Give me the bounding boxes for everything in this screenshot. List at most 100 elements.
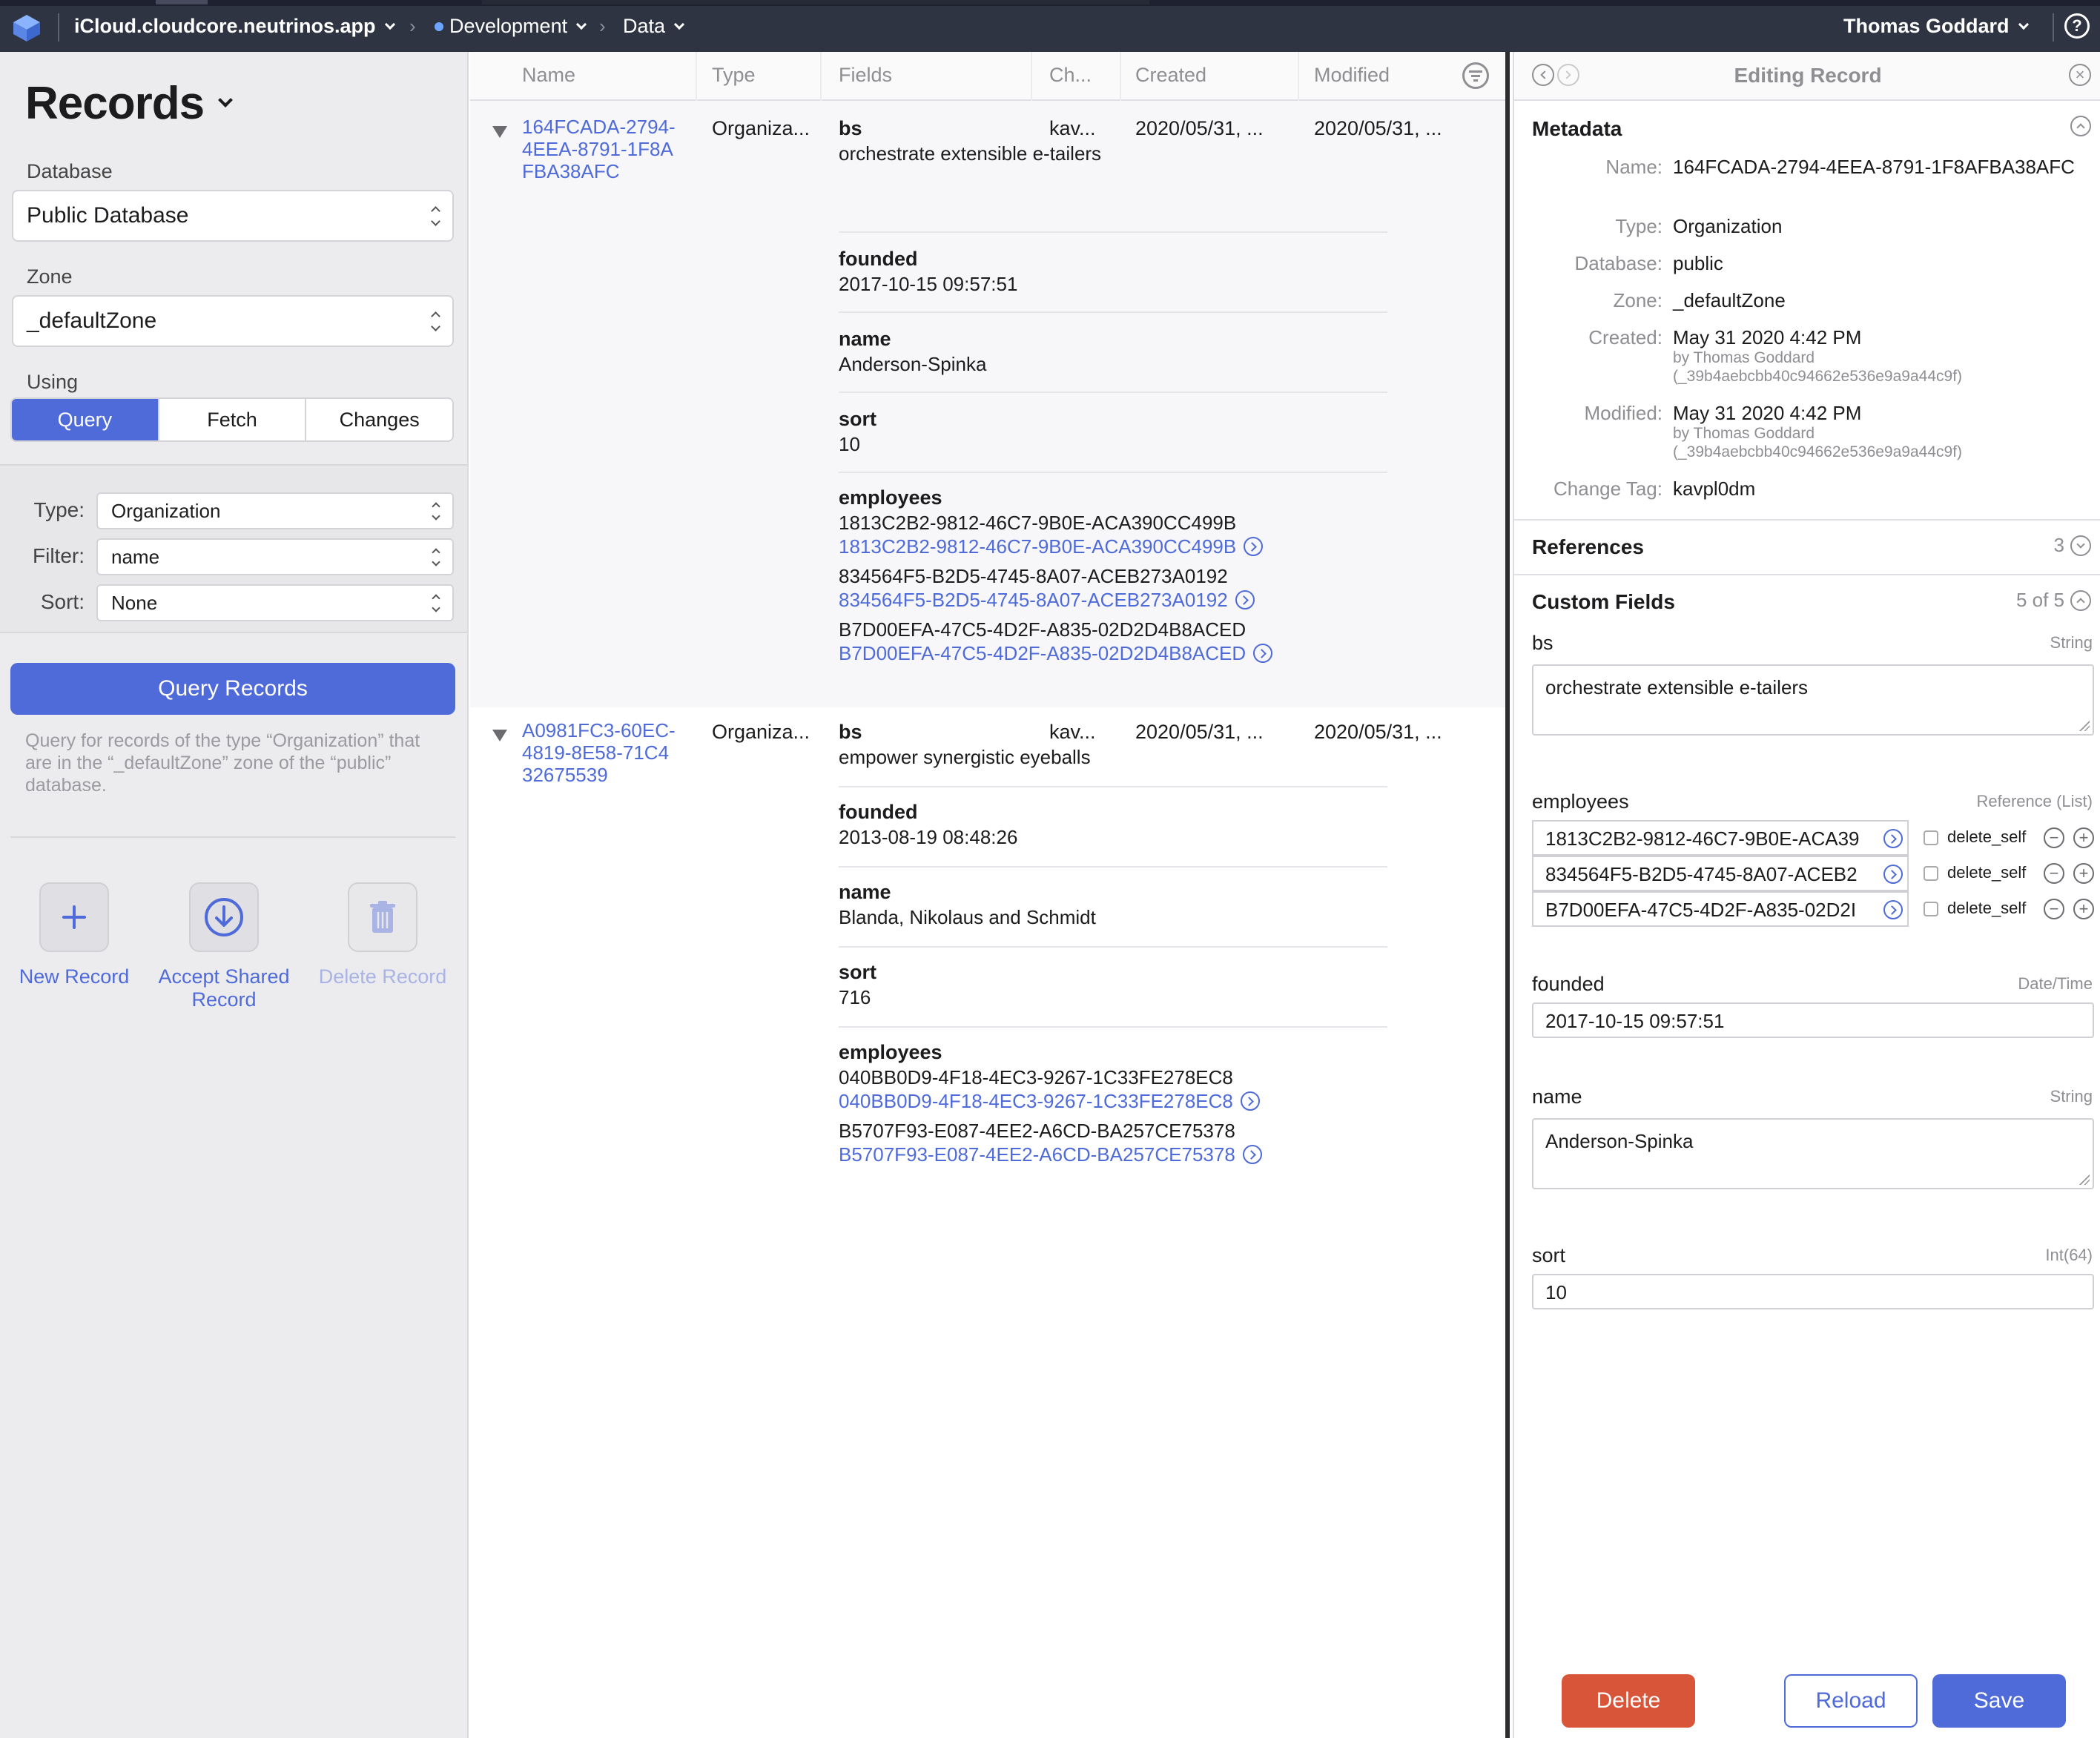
- field-name: bs: [839, 117, 862, 139]
- add-icon[interactable]: +: [2073, 827, 2094, 848]
- field-name-textarea[interactable]: Anderson-Spinka: [1532, 1118, 2094, 1189]
- user-name: Thomas Goddard: [1843, 15, 2010, 37]
- table-row[interactable]: 164FCADA-2794-4EEA-8791-1F8AFBA38AFC Org…: [470, 101, 1505, 707]
- disclosure-triangle-icon[interactable]: [492, 126, 507, 138]
- account-label: iCloud.cloudcore.neutrinos.app: [74, 15, 376, 37]
- mode-changes-tab[interactable]: Changes: [306, 399, 452, 440]
- remove-icon[interactable]: −: [2044, 827, 2064, 848]
- field-founded-type: Date/Time: [2018, 974, 2093, 993]
- metadata-toggle[interactable]: [2070, 116, 2091, 136]
- column-header-name[interactable]: Name: [522, 64, 575, 87]
- updown-chevron-icon: [431, 205, 440, 226]
- column-header-created[interactable]: Created: [1135, 64, 1206, 87]
- column-filter-icon[interactable]: [1462, 62, 1489, 89]
- field-bs-textarea[interactable]: orchestrate extensible e-tailers: [1532, 664, 2094, 736]
- employee-reference-link[interactable]: B5707F93-E087-4EE2-A6CD-BA257CE75378: [839, 1143, 1387, 1166]
- field-sort: sort 716: [839, 959, 1387, 1010]
- record-name-link[interactable]: A0981FC3-60EC-4819-8E58-71C432675539: [522, 719, 678, 786]
- expand-icon: [2070, 535, 2091, 556]
- reload-button[interactable]: Reload: [1784, 1674, 1918, 1728]
- sort-label: Sort:: [40, 590, 85, 613]
- user-menu[interactable]: Thomas Goddard: [1843, 15, 2029, 38]
- remove-icon[interactable]: −: [2044, 899, 2064, 919]
- employee-reference-input[interactable]: 834564F5-B2D5-4745-8A07-ACEB2: [1532, 856, 1909, 891]
- field-sort-input[interactable]: 10: [1532, 1274, 2094, 1309]
- field-name: bs: [839, 721, 862, 743]
- chevron-down-icon: [2018, 19, 2029, 30]
- new-record-tile: [39, 882, 109, 952]
- type-select[interactable]: Organization: [96, 492, 454, 529]
- employee-reference: B5707F93-E087-4EE2-A6CD-BA257CE75378 B57…: [839, 1118, 1387, 1166]
- delete-self-checkbox[interactable]: [1924, 866, 1938, 881]
- help-icon[interactable]: ?: [2064, 13, 2090, 39]
- column-header-change-tag[interactable]: Ch...: [1049, 64, 1092, 87]
- delete-record-button[interactable]: Delete Record: [308, 882, 457, 988]
- delete-record-label: Delete Record: [318, 965, 447, 988]
- sort-select[interactable]: None: [96, 584, 454, 621]
- updown-chevron-icon: [431, 311, 440, 331]
- open-reference-icon: [1242, 1145, 1262, 1164]
- record-name-link[interactable]: 164FCADA-2794-4EEA-8791-1F8AFBA38AFC: [522, 116, 678, 182]
- accept-shared-record-button[interactable]: Accept Shared Record: [150, 882, 298, 1011]
- employee-reference-input[interactable]: B7D00EFA-47C5-4D2F-A835-02D2I: [1532, 891, 1909, 927]
- editor-title: Editing Record: [1734, 64, 1882, 87]
- mode-fetch-tab[interactable]: Fetch: [159, 399, 307, 440]
- custom-fields-section-title: Custom Fields: [1532, 590, 1675, 613]
- disclosure-triangle-icon[interactable]: [492, 730, 507, 741]
- database-select[interactable]: Public Database: [12, 190, 454, 242]
- references-section-title: References: [1532, 535, 1644, 558]
- filter-select[interactable]: name: [96, 538, 454, 575]
- new-record-button[interactable]: New Record: [0, 882, 148, 988]
- column-header-type[interactable]: Type: [712, 64, 756, 87]
- delete-self-label: delete_self: [1947, 863, 2027, 882]
- chevron-down-icon: [218, 92, 233, 108]
- employee-reference-input[interactable]: 1813C2B2-9812-46C7-9B0E-ACA39: [1532, 820, 1909, 856]
- delete-self-checkbox[interactable]: [1924, 830, 1938, 845]
- field-founded: founded 2013-08-19 08:48:26: [839, 799, 1387, 850]
- table-header: Name Type Fields Ch... Created Modified: [470, 52, 1505, 101]
- add-icon[interactable]: +: [2073, 863, 2094, 884]
- employee-reference: B7D00EFA-47C5-4D2F-A835-02D2D4B8ACED B7D…: [839, 617, 1387, 664]
- field-employees: employees 1813C2B2-9812-46C7-9B0E-ACA390…: [839, 485, 1387, 664]
- remove-icon[interactable]: −: [2044, 863, 2064, 884]
- query-records-button[interactable]: Query Records: [10, 663, 455, 715]
- environment-status-dot-icon: [435, 22, 443, 31]
- zone-label: Zone: [27, 265, 73, 288]
- column-header-modified[interactable]: Modified: [1314, 64, 1390, 87]
- database-value: Public Database: [27, 203, 189, 228]
- field-sort: sort 10: [839, 406, 1387, 457]
- zone-select[interactable]: _defaultZone: [12, 295, 454, 347]
- employee-reference-link[interactable]: 1813C2B2-9812-46C7-9B0E-ACA390CC499B: [839, 535, 1387, 558]
- sidebar: Records Database Public Database Zone _d…: [0, 52, 469, 1738]
- employee-reference-link[interactable]: 834564F5-B2D5-4745-8A07-ACEB273A0192: [839, 589, 1387, 611]
- custom-fields-toggle[interactable]: 5 of 5: [2016, 589, 2091, 612]
- open-reference-icon: [1235, 590, 1255, 609]
- save-button[interactable]: Save: [1932, 1674, 2066, 1728]
- field-sort-type: Int(64): [2045, 1246, 2093, 1264]
- account-menu[interactable]: iCloud.cloudcore.neutrinos.app: [74, 15, 395, 38]
- editor-header: Editing Record ×: [1514, 52, 2100, 101]
- employee-reference-link[interactable]: B7D00EFA-47C5-4D2F-A835-02D2D4B8ACED: [839, 642, 1387, 664]
- close-icon[interactable]: ×: [2069, 64, 2091, 86]
- delete-button[interactable]: Delete: [1562, 1674, 1695, 1728]
- records-title-menu[interactable]: Records: [25, 77, 233, 130]
- column-header-fields[interactable]: Fields: [839, 64, 892, 87]
- employee-reference-link[interactable]: 040BB0D9-4F18-4EC3-9267-1C33FE278EC8: [839, 1090, 1387, 1112]
- cloudkit-logo-icon[interactable]: [10, 12, 43, 44]
- table-row[interactable]: A0981FC3-60EC-4819-8E58-71C432675539 Org…: [470, 707, 1505, 1212]
- environment-label: Development: [449, 15, 568, 37]
- add-icon[interactable]: +: [2073, 899, 2094, 919]
- type-row: Type: Organization: [0, 492, 467, 529]
- chevron-down-icon: [384, 19, 395, 30]
- mode-query-tab[interactable]: Query: [12, 399, 159, 440]
- updown-chevron-icon: [432, 593, 440, 612]
- environment-menu[interactable]: Development: [435, 15, 587, 38]
- section-menu[interactable]: Data: [623, 15, 685, 38]
- divider: [10, 836, 455, 838]
- references-toggle[interactable]: 3: [2054, 534, 2091, 557]
- field-founded-input[interactable]: 2017-10-15 09:57:51: [1532, 1002, 2094, 1038]
- download-circle-icon: [205, 898, 243, 936]
- employee-reference: 834564F5-B2D5-4745-8A07-ACEB273A0192 834…: [839, 564, 1387, 611]
- delete-self-checkbox[interactable]: [1924, 902, 1938, 916]
- field-value: 716: [839, 986, 871, 1008]
